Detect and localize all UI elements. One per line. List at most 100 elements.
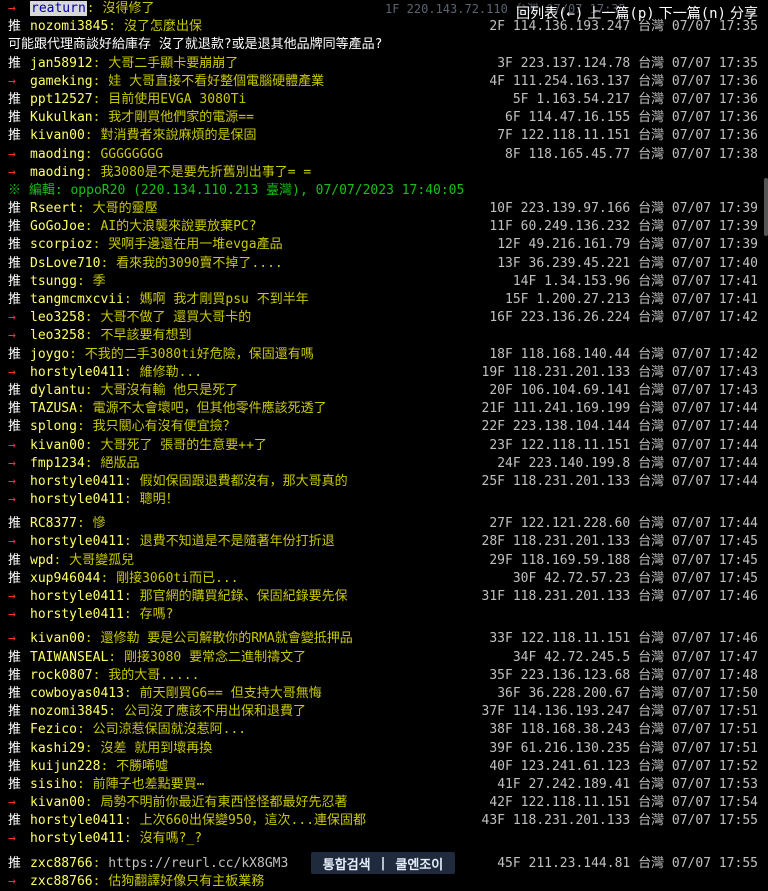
comment-content: 那官網的購買紀錄、保固紀錄要先保 xyxy=(139,589,348,604)
comment-user[interactable]: maoding xyxy=(30,165,85,180)
comment-user[interactable]: leo3258 xyxy=(30,328,85,343)
comment-meta: 6F 114.47.16.155 台灣 07/07 17:36 xyxy=(505,110,758,126)
comment-user[interactable]: nozomi3845 xyxy=(30,19,108,34)
comment-colon: : xyxy=(92,855,109,871)
comment-content: 假如保固跟退費都沒有，那大哥真的 xyxy=(139,473,348,489)
comment-user[interactable]: zxc88766 xyxy=(30,856,93,871)
comment-user[interactable]: kivan00 xyxy=(30,631,85,646)
comment-meta: 30F 42.72.57.23 台灣 07/07 17:45 xyxy=(512,570,758,586)
comment-user[interactable]: xup946044 xyxy=(30,571,100,586)
comment-user[interactable]: fmp1234 xyxy=(30,456,85,471)
comment-content: 大哥死了 張哥的生意要++了 xyxy=(100,437,267,453)
comment-user[interactable]: gameking xyxy=(30,74,93,89)
scrollbar-thumb[interactable] xyxy=(764,178,768,236)
comment-row: 推 tsungg: 季 14F 1.34.153.96 台灣 07/07 17:41 xyxy=(0,273,768,291)
comment-meta: 8F 118.165.45.77 台灣 07/07 17:38 xyxy=(505,146,758,162)
comment-row: → horstyle0411: 退費不知道是不是隨著年份打折退 28F 118.23… xyxy=(0,533,768,551)
comment-colon: : xyxy=(84,437,101,453)
comment-row: 推 Fezico: 公司涼惹保固就沒惹阿... 38F 118.168.38.243… xyxy=(0,721,768,739)
comment-user[interactable]: horstyle0411 xyxy=(30,607,124,622)
comment-tag: 推 xyxy=(8,419,22,435)
comment-user[interactable]: horstyle0411 xyxy=(30,589,124,604)
comment-colon: : xyxy=(92,873,109,889)
comment-tag: 推 xyxy=(8,292,22,307)
comment-colon: : xyxy=(76,201,93,217)
comment-left: 推 TAIWANSEAL: 剛接3080 要常念二進制禱文了 xyxy=(8,649,306,667)
comment-content: 局勢不明前你最近有東西怪怪都最好先忍著 xyxy=(100,795,348,811)
comment-meta: 22F 223.138.104.144 台灣 07/07 17:44 xyxy=(481,419,758,435)
comment-user[interactable]: reaturn xyxy=(30,1,87,16)
back-to-list-link[interactable]: 回列表(←) xyxy=(516,6,583,22)
comment-user[interactable]: kuijun228 xyxy=(30,759,100,774)
comment-tag: 推 xyxy=(8,201,22,217)
comment-user[interactable]: tsungg xyxy=(30,274,77,289)
comment-colon: : xyxy=(84,164,101,180)
comment-colon: : xyxy=(76,776,93,792)
comment-tag: → xyxy=(8,1,16,16)
comment-user[interactable]: rock0807 xyxy=(30,668,93,683)
comment-colon: : xyxy=(84,382,101,398)
comment-user[interactable]: tangmcmxcvii xyxy=(30,292,124,307)
comment-colon: : xyxy=(92,667,109,683)
comment-user[interactable]: joygo xyxy=(30,347,69,362)
comment-content: 娃 大哥直接不看好整個電腦硬體產業 xyxy=(108,73,325,89)
comment-colon: : xyxy=(123,292,140,307)
comment-content: 退費不知道是不是隨著年份打折退 xyxy=(139,534,335,550)
comment-left: → horstyle0411: 那官網的購買紀錄、保固紀錄要先保 xyxy=(8,588,348,606)
comment-user[interactable]: nozomi3845 xyxy=(30,704,108,719)
comment-user[interactable]: DsLove710 xyxy=(30,256,100,271)
comment-colon: : xyxy=(69,346,85,362)
comment-user[interactable]: horstyle0411 xyxy=(30,474,124,489)
comment-left: → maoding: GGGGGGGG xyxy=(8,146,163,164)
comment-tag: 推 xyxy=(8,516,22,532)
share-link[interactable]: 分享 xyxy=(730,6,758,22)
comment-row: → horstyle0411: 維修勒... 19F 118.231.201.133… xyxy=(0,364,768,382)
comment-link[interactable]: https://reurl.cc/kX8GM3 xyxy=(108,856,288,871)
comment-user[interactable]: horstyle0411 xyxy=(30,365,124,380)
comment-user[interactable]: scorpioz xyxy=(30,237,93,252)
comment-left: 推 nozomi3845: 公司沒了應該不用出保和退費了 xyxy=(8,703,306,721)
comment-user[interactable]: jan58912 xyxy=(30,56,93,71)
integrated-search-button[interactable]: 통합검색 xyxy=(323,854,371,873)
comment-user[interactable]: wpd xyxy=(30,553,53,568)
comment-meta: 25F 118.231.201.133 台灣 07/07 17:44 xyxy=(481,473,758,489)
comment-user[interactable]: dylantu xyxy=(30,383,85,398)
comment-user[interactable]: leo3258 xyxy=(30,310,85,325)
comment-tag: 推 xyxy=(8,55,22,71)
comment-user[interactable]: horstyle0411 xyxy=(30,534,124,549)
prev-article-link[interactable]: 上一篇(p) xyxy=(587,6,654,22)
comment-user[interactable]: kashi29 xyxy=(30,741,85,756)
comment-user[interactable]: horstyle0411 xyxy=(30,813,124,828)
comment-user[interactable]: TAZUSA xyxy=(30,401,77,416)
comment-tag: 推 xyxy=(8,704,22,720)
comment-user[interactable]: horstyle0411 xyxy=(30,831,124,846)
comment-user[interactable]: kivan00 xyxy=(30,128,85,143)
comment-user[interactable]: Rseert xyxy=(30,201,77,216)
comment-user[interactable]: zxc88766 xyxy=(30,874,93,889)
comment-user[interactable]: maoding xyxy=(30,147,85,162)
comment-colon: : xyxy=(108,649,124,665)
comment-user[interactable]: Kukulkan xyxy=(30,110,93,125)
comment-row: 推 rock0807: 我的大哥..... 35F 223.136.123.68 台… xyxy=(0,667,768,685)
comment-user[interactable]: kivan00 xyxy=(30,795,85,810)
comment-user[interactable]: kivan00 xyxy=(30,438,85,453)
comment-user[interactable]: ppt12527 xyxy=(30,92,93,107)
comment-user[interactable]: splong xyxy=(30,419,77,434)
comment-meta: 29F 118.169.59.188 台灣 07/07 17:45 xyxy=(489,552,758,568)
comment-user[interactable]: horstyle0411 xyxy=(30,492,124,507)
comment-meta: 14F 1.34.153.96 台灣 07/07 17:41 xyxy=(512,273,758,289)
comment-user[interactable]: cowboyas0413 xyxy=(30,686,124,701)
comment-user[interactable]: GoGoJoe xyxy=(30,219,85,234)
comment-user[interactable]: Fezico xyxy=(30,722,77,737)
comment-user[interactable]: RC8377 xyxy=(30,516,77,531)
coolenjoy-button[interactable]: 쿨엔조이 xyxy=(395,854,443,873)
comment-left: → leo3258: 大哥不做了 還買大哥卡的 xyxy=(8,309,251,327)
comment-meta: 12F 49.216.161.79 台灣 07/07 17:39 xyxy=(497,237,758,253)
comment-user[interactable]: sisiho xyxy=(30,777,77,792)
next-article-link[interactable]: 下一篇(n) xyxy=(659,6,726,22)
comment-user[interactable]: TAIWANSEAL xyxy=(30,650,108,665)
comment-row: 推 TAZUSA: 電源不太會壞吧，但其他零件應該死透了 21F 111.241.1… xyxy=(0,400,768,418)
comment-tag: 推 xyxy=(8,855,22,871)
comment-colon: : xyxy=(92,237,109,253)
comment-left: 推 ppt12527: 目前使用EVGA 3080Ti xyxy=(8,91,246,109)
